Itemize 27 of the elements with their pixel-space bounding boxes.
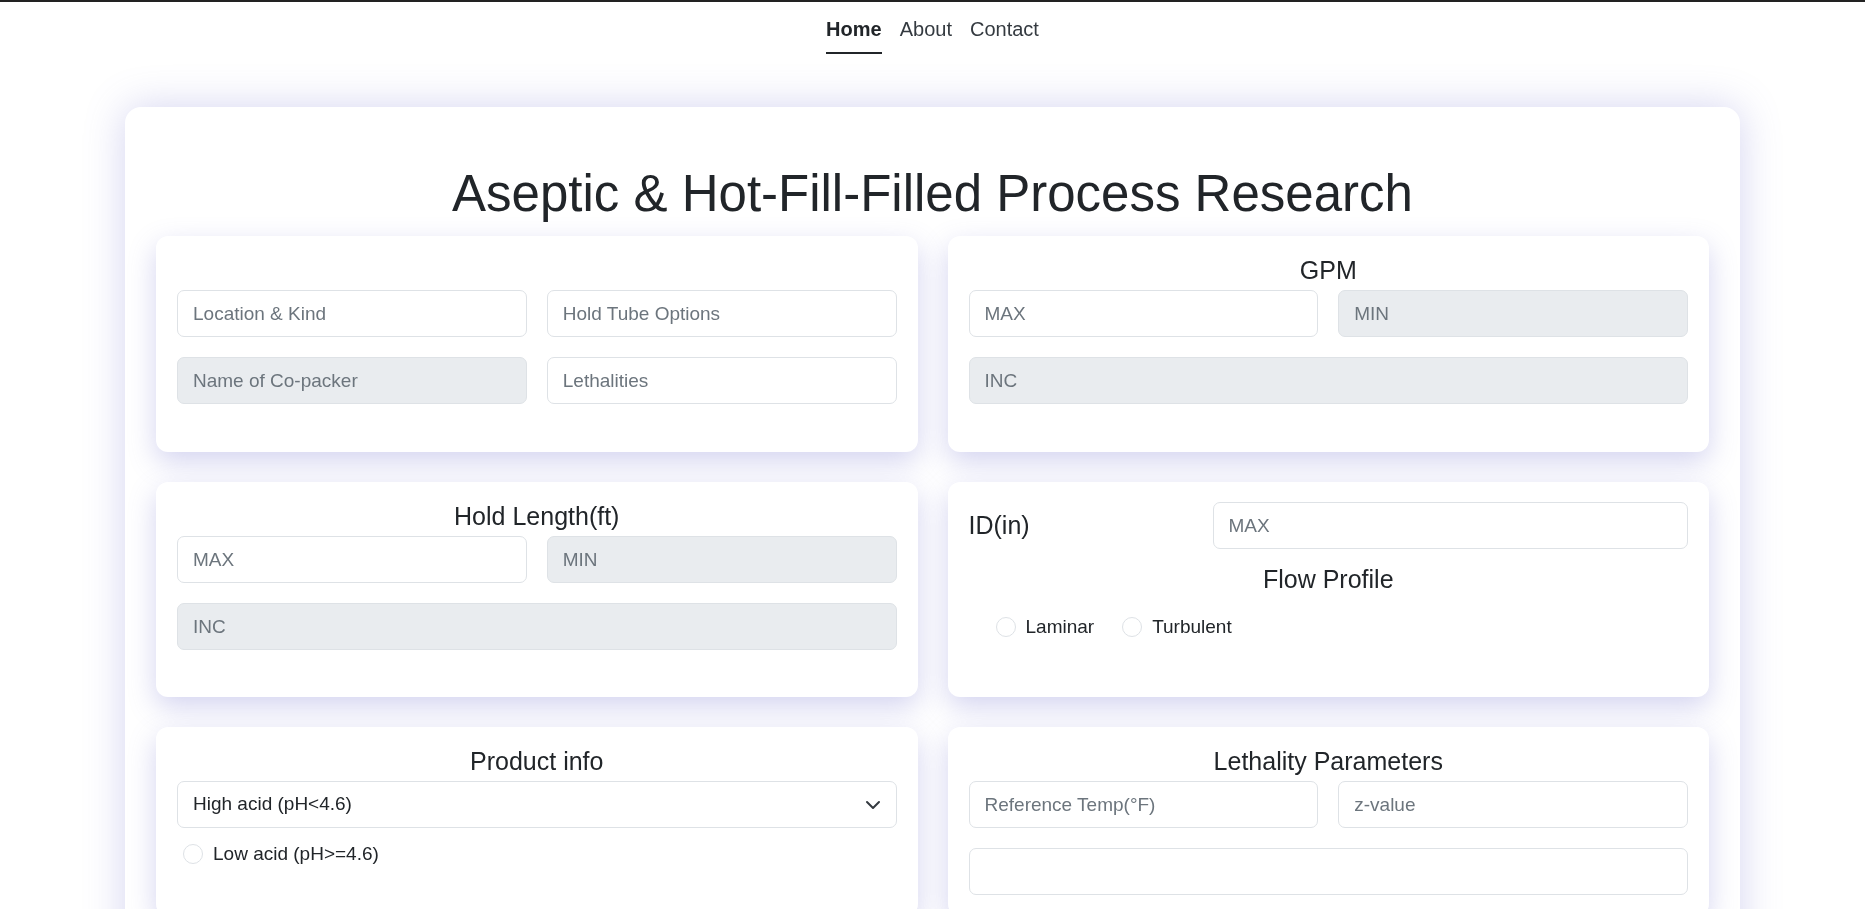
card-title: Hold Length(ft) — [453, 501, 621, 532]
card-title: Product info — [469, 746, 605, 777]
page-title: Aseptic & Hot-Fill-Filled Process Research — [451, 164, 1414, 224]
section-title: Flow Profile — [1261, 564, 1395, 595]
field-label: ID(in) — [968, 509, 1031, 541]
radio-label: Turbulent — [1152, 614, 1232, 639]
radio-button[interactable] — [1122, 616, 1143, 637]
card-title: GPM — [1298, 255, 1358, 286]
input-field[interactable]: Lethalities — [546, 357, 897, 404]
nav-link[interactable]: About — [899, 14, 952, 54]
input-field[interactable]: Location & Kind — [177, 290, 527, 337]
radio-label: Laminar — [1025, 614, 1095, 639]
input-field[interactable]: MAX — [968, 290, 1319, 337]
select-value: High acid (pH<4.6) — [193, 792, 352, 817]
card-title: Lethality Parameters — [1212, 746, 1444, 777]
select-field[interactable]: High acid (pH<4.6) — [177, 781, 897, 828]
input-field[interactable]: Reference Temp(°F) — [968, 781, 1319, 828]
radio-button[interactable] — [995, 616, 1016, 637]
nav-link[interactable]: Home — [826, 14, 882, 54]
input-field[interactable] — [968, 848, 1688, 895]
input-field[interactable]: Hold Tube Options — [546, 290, 897, 337]
radio-label: Low acid (pH>=4.6) — [213, 842, 379, 866]
input-field[interactable]: MAX — [177, 536, 527, 583]
radio-button[interactable] — [183, 844, 203, 865]
input-field[interactable]: z-value — [1338, 781, 1688, 828]
nav-link[interactable]: Contact — [969, 14, 1039, 54]
input-field[interactable]: MAX — [1212, 502, 1688, 549]
